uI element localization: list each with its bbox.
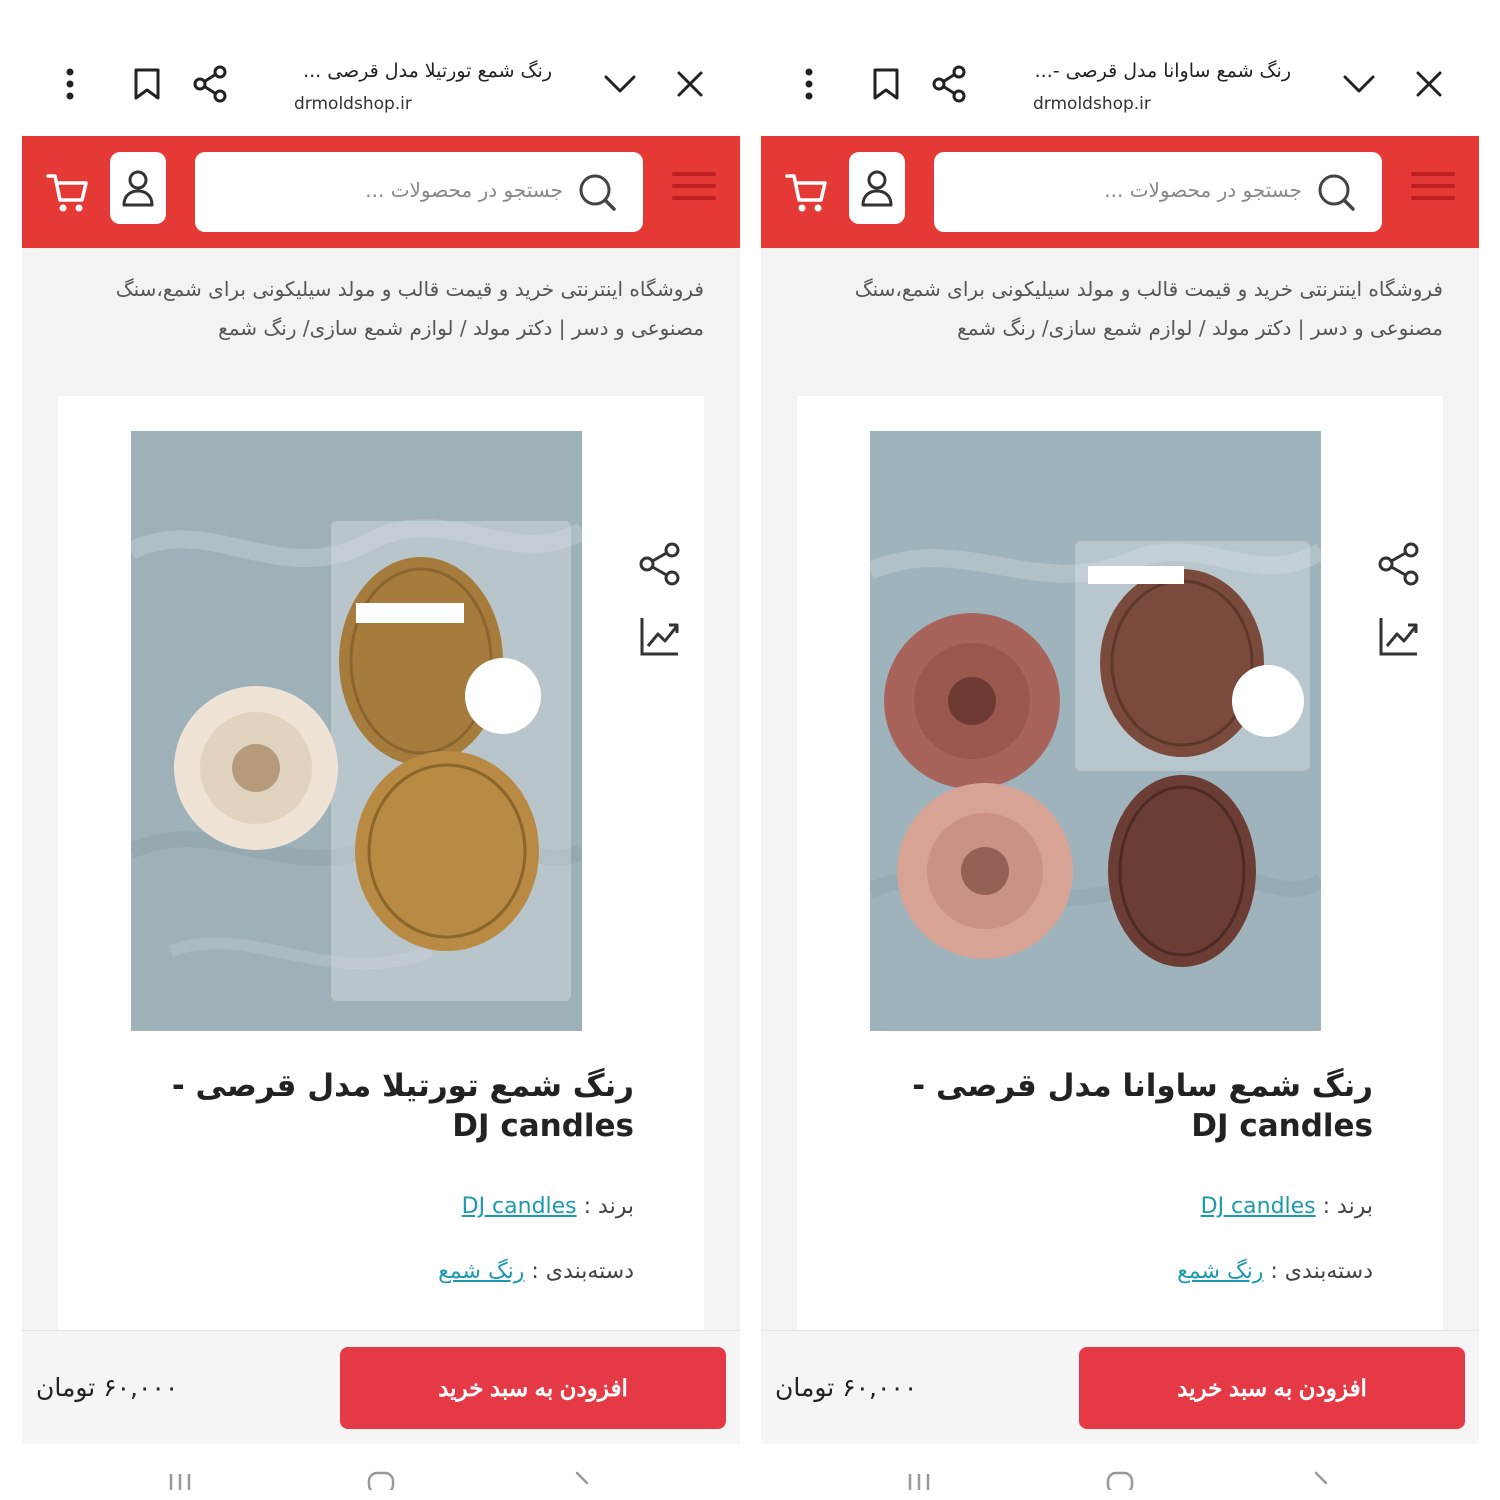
search-placeholder: جستجو در محصولات ... [365,178,563,202]
tab-url: drmoldshop.ir [1033,94,1151,114]
product-title: رنگ شمع تورتیلا مدل قرصی - DJ candles [171,1068,634,1144]
user-icon [122,170,154,207]
product-image[interactable] [870,431,1321,1031]
recents-icon[interactable] [165,1470,195,1490]
share-icon[interactable] [925,60,973,108]
site-header: جستجو در محصولات ... [761,136,1479,248]
user-button[interactable] [849,152,905,224]
status-bar [761,0,1479,22]
system-nav-bar [761,1444,1479,1500]
brand-link[interactable]: DJ candles [1201,1194,1316,1219]
status-bar [22,0,740,22]
share-icon[interactable] [638,542,682,586]
product-brand: برند : DJ candles [1201,1194,1373,1219]
home-icon[interactable] [366,1470,396,1490]
product-price: ۶۰,۰۰۰ تومان [775,1373,918,1402]
search-placeholder: جستجو در محصولات ... [1104,178,1302,202]
hamburger-icon[interactable] [1411,172,1455,208]
browser-toolbar: رنگ شمع ساوانا مدل قرصی -... drmoldshop.… [761,22,1479,136]
product-title: رنگ شمع ساوانا مدل قرصی - DJ candles [912,1068,1373,1144]
bookmark-icon[interactable] [862,60,910,108]
add-to-cart-button[interactable]: افزودن به سبد خرید [1079,1347,1465,1429]
site-header: جستجو در محصولات ... [22,136,740,248]
product-card: رنگ شمع تورتیلا مدل قرصی - DJ candles بر… [58,396,704,1356]
breadcrumb[interactable]: فروشگاه اینترنتی خرید و قیمت قالب و مولد… [803,270,1443,348]
category-link[interactable]: رنگ شمع [438,1259,524,1284]
brand-link[interactable]: DJ candles [462,1194,577,1219]
tab-title: رنگ شمع تورتیلا مدل قرصی ... [303,60,552,82]
close-icon[interactable] [666,60,714,108]
chart-icon[interactable] [638,614,682,658]
product-brand: برند : DJ candles [462,1194,634,1219]
tab-title: رنگ شمع ساوانا مدل قرصی -... [1034,60,1291,82]
add-to-cart-button[interactable]: افزودن به سبد خرید [340,1347,726,1429]
back-icon[interactable] [567,1470,597,1490]
product-card: رنگ شمع ساوانا مدل قرصی - DJ candles برن… [797,396,1443,1356]
brand-label: برند : [583,1194,634,1219]
more-vert-icon[interactable] [785,60,833,108]
back-icon[interactable] [1306,1470,1336,1490]
category-label: دسته‌بندی : [1270,1259,1373,1284]
category-label: دسته‌بندی : [531,1259,634,1284]
tab-url: drmoldshop.ir [294,94,412,114]
cart-icon[interactable] [46,170,90,214]
browser-toolbar: رنگ شمع تورتیلا مدل قرصی ... drmoldshop.… [22,22,740,136]
more-vert-icon[interactable] [46,60,94,108]
search-icon [1318,174,1355,211]
chevron-down-icon[interactable] [596,60,644,108]
home-icon[interactable] [1105,1470,1135,1490]
product-category: دسته‌بندی : رنگ شمع [438,1259,634,1284]
recents-icon[interactable] [904,1470,934,1490]
chevron-down-icon[interactable] [1335,60,1383,108]
cart-icon[interactable] [785,170,829,214]
search-input[interactable]: جستجو در محصولات ... [195,152,643,232]
search-icon [579,174,616,211]
brand-label: برند : [1322,1194,1373,1219]
system-nav-bar [22,1444,740,1500]
user-button[interactable] [110,152,166,224]
search-input[interactable]: جستجو در محصولات ... [934,152,1382,232]
share-icon[interactable] [1377,542,1421,586]
chart-icon[interactable] [1377,614,1421,658]
category-link[interactable]: رنگ شمع [1177,1259,1263,1284]
product-price: ۶۰,۰۰۰ تومان [36,1373,179,1402]
bookmark-icon[interactable] [123,60,171,108]
hamburger-icon[interactable] [672,172,716,208]
buy-bar: افزودن به سبد خرید ۶۰,۰۰۰ تومان [761,1330,1479,1444]
product-image[interactable] [131,431,582,1031]
close-icon[interactable] [1405,60,1453,108]
share-icon[interactable] [186,60,234,108]
product-category: دسته‌بندی : رنگ شمع [1177,1259,1373,1284]
user-icon [861,170,893,207]
breadcrumb[interactable]: فروشگاه اینترنتی خرید و قیمت قالب و مولد… [64,270,704,348]
buy-bar: افزودن به سبد خرید ۶۰,۰۰۰ تومان [22,1330,740,1444]
screen-right: رنگ شمع ساوانا مدل قرصی -... drmoldshop.… [761,0,1479,1500]
screen-left: رنگ شمع تورتیلا مدل قرصی ... drmoldshop.… [22,0,740,1500]
